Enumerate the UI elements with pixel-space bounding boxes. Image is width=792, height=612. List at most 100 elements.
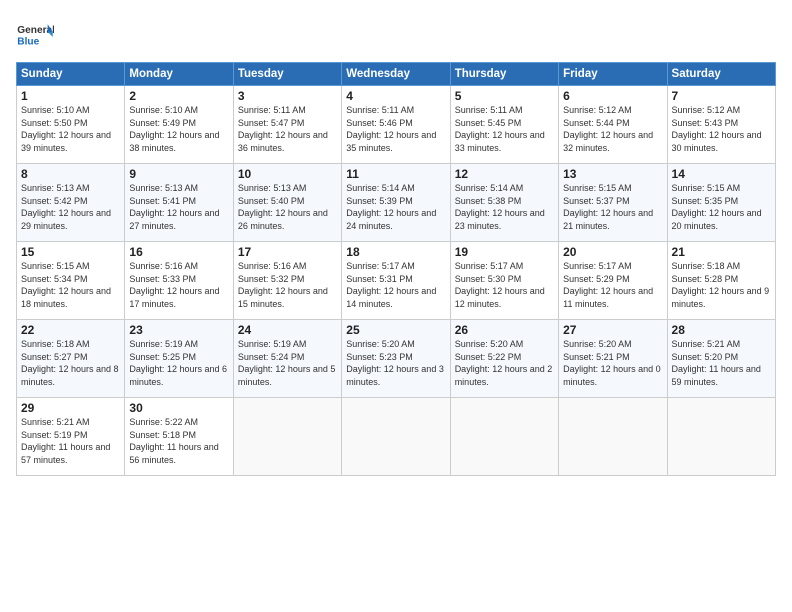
- calendar-cell: 4Sunrise: 5:11 AMSunset: 5:46 PMDaylight…: [342, 86, 450, 164]
- day-info: Sunrise: 5:17 AMSunset: 5:29 PMDaylight:…: [563, 260, 662, 310]
- calendar-cell: 11Sunrise: 5:14 AMSunset: 5:39 PMDayligh…: [342, 164, 450, 242]
- weekday-header: Saturday: [667, 63, 775, 86]
- day-info: Sunrise: 5:15 AMSunset: 5:37 PMDaylight:…: [563, 182, 662, 232]
- calendar-cell: 15Sunrise: 5:15 AMSunset: 5:34 PMDayligh…: [17, 242, 125, 320]
- day-info: Sunrise: 5:15 AMSunset: 5:34 PMDaylight:…: [21, 260, 120, 310]
- calendar-cell: 29Sunrise: 5:21 AMSunset: 5:19 PMDayligh…: [17, 398, 125, 476]
- svg-text:Blue: Blue: [17, 37, 39, 48]
- day-number: 19: [455, 245, 554, 259]
- day-number: 12: [455, 167, 554, 181]
- day-info: Sunrise: 5:20 AMSunset: 5:22 PMDaylight:…: [455, 338, 554, 388]
- calendar-cell: 26Sunrise: 5:20 AMSunset: 5:22 PMDayligh…: [450, 320, 558, 398]
- day-number: 15: [21, 245, 120, 259]
- day-number: 4: [346, 89, 445, 103]
- day-number: 11: [346, 167, 445, 181]
- day-number: 25: [346, 323, 445, 337]
- calendar-week-row: 29Sunrise: 5:21 AMSunset: 5:19 PMDayligh…: [17, 398, 776, 476]
- day-number: 14: [672, 167, 771, 181]
- day-info: Sunrise: 5:11 AMSunset: 5:45 PMDaylight:…: [455, 104, 554, 154]
- day-info: Sunrise: 5:12 AMSunset: 5:44 PMDaylight:…: [563, 104, 662, 154]
- calendar-cell: 18Sunrise: 5:17 AMSunset: 5:31 PMDayligh…: [342, 242, 450, 320]
- day-number: 22: [21, 323, 120, 337]
- calendar-cell: 8Sunrise: 5:13 AMSunset: 5:42 PMDaylight…: [17, 164, 125, 242]
- calendar-week-row: 8Sunrise: 5:13 AMSunset: 5:42 PMDaylight…: [17, 164, 776, 242]
- calendar-cell: 10Sunrise: 5:13 AMSunset: 5:40 PMDayligh…: [233, 164, 341, 242]
- calendar-cell: 6Sunrise: 5:12 AMSunset: 5:44 PMDaylight…: [559, 86, 667, 164]
- day-number: 3: [238, 89, 337, 103]
- calendar-cell: 21Sunrise: 5:18 AMSunset: 5:28 PMDayligh…: [667, 242, 775, 320]
- day-number: 10: [238, 167, 337, 181]
- calendar-week-row: 22Sunrise: 5:18 AMSunset: 5:27 PMDayligh…: [17, 320, 776, 398]
- day-info: Sunrise: 5:21 AMSunset: 5:19 PMDaylight:…: [21, 416, 120, 466]
- day-info: Sunrise: 5:18 AMSunset: 5:28 PMDaylight:…: [672, 260, 771, 310]
- day-info: Sunrise: 5:10 AMSunset: 5:50 PMDaylight:…: [21, 104, 120, 154]
- day-info: Sunrise: 5:14 AMSunset: 5:38 PMDaylight:…: [455, 182, 554, 232]
- calendar-cell: 25Sunrise: 5:20 AMSunset: 5:23 PMDayligh…: [342, 320, 450, 398]
- calendar-cell: [559, 398, 667, 476]
- day-number: 1: [21, 89, 120, 103]
- calendar-cell: 30Sunrise: 5:22 AMSunset: 5:18 PMDayligh…: [125, 398, 233, 476]
- day-number: 16: [129, 245, 228, 259]
- day-info: Sunrise: 5:19 AMSunset: 5:24 PMDaylight:…: [238, 338, 337, 388]
- day-number: 6: [563, 89, 662, 103]
- calendar-cell: [342, 398, 450, 476]
- day-info: Sunrise: 5:20 AMSunset: 5:23 PMDaylight:…: [346, 338, 445, 388]
- day-info: Sunrise: 5:11 AMSunset: 5:47 PMDaylight:…: [238, 104, 337, 154]
- weekday-header: Wednesday: [342, 63, 450, 86]
- calendar-week-row: 15Sunrise: 5:15 AMSunset: 5:34 PMDayligh…: [17, 242, 776, 320]
- calendar-cell: 1Sunrise: 5:10 AMSunset: 5:50 PMDaylight…: [17, 86, 125, 164]
- calendar-week-row: 1Sunrise: 5:10 AMSunset: 5:50 PMDaylight…: [17, 86, 776, 164]
- day-number: 2: [129, 89, 228, 103]
- day-number: 29: [21, 401, 120, 415]
- day-info: Sunrise: 5:17 AMSunset: 5:31 PMDaylight:…: [346, 260, 445, 310]
- day-number: 21: [672, 245, 771, 259]
- weekday-header: Monday: [125, 63, 233, 86]
- day-number: 30: [129, 401, 228, 415]
- day-number: 13: [563, 167, 662, 181]
- day-info: Sunrise: 5:22 AMSunset: 5:18 PMDaylight:…: [129, 416, 228, 466]
- day-info: Sunrise: 5:18 AMSunset: 5:27 PMDaylight:…: [21, 338, 120, 388]
- day-number: 9: [129, 167, 228, 181]
- day-number: 23: [129, 323, 228, 337]
- calendar-cell: 17Sunrise: 5:16 AMSunset: 5:32 PMDayligh…: [233, 242, 341, 320]
- day-info: Sunrise: 5:14 AMSunset: 5:39 PMDaylight:…: [346, 182, 445, 232]
- calendar-table: SundayMondayTuesdayWednesdayThursdayFrid…: [16, 62, 776, 476]
- day-info: Sunrise: 5:17 AMSunset: 5:30 PMDaylight:…: [455, 260, 554, 310]
- day-number: 7: [672, 89, 771, 103]
- day-info: Sunrise: 5:12 AMSunset: 5:43 PMDaylight:…: [672, 104, 771, 154]
- logo: General Blue: [16, 16, 54, 54]
- weekday-header: Thursday: [450, 63, 558, 86]
- day-info: Sunrise: 5:13 AMSunset: 5:40 PMDaylight:…: [238, 182, 337, 232]
- calendar-cell: [233, 398, 341, 476]
- weekday-header: Friday: [559, 63, 667, 86]
- calendar-page: General Blue SundayMondayTuesdayWednesda…: [0, 0, 792, 612]
- calendar-cell: 28Sunrise: 5:21 AMSunset: 5:20 PMDayligh…: [667, 320, 775, 398]
- day-info: Sunrise: 5:13 AMSunset: 5:41 PMDaylight:…: [129, 182, 228, 232]
- calendar-cell: 16Sunrise: 5:16 AMSunset: 5:33 PMDayligh…: [125, 242, 233, 320]
- day-number: 18: [346, 245, 445, 259]
- day-number: 24: [238, 323, 337, 337]
- calendar-cell: 13Sunrise: 5:15 AMSunset: 5:37 PMDayligh…: [559, 164, 667, 242]
- calendar-cell: 9Sunrise: 5:13 AMSunset: 5:41 PMDaylight…: [125, 164, 233, 242]
- calendar-body: 1Sunrise: 5:10 AMSunset: 5:50 PMDaylight…: [17, 86, 776, 476]
- logo-icon: General Blue: [16, 16, 54, 54]
- day-info: Sunrise: 5:19 AMSunset: 5:25 PMDaylight:…: [129, 338, 228, 388]
- calendar-cell: 27Sunrise: 5:20 AMSunset: 5:21 PMDayligh…: [559, 320, 667, 398]
- day-info: Sunrise: 5:16 AMSunset: 5:33 PMDaylight:…: [129, 260, 228, 310]
- day-info: Sunrise: 5:15 AMSunset: 5:35 PMDaylight:…: [672, 182, 771, 232]
- calendar-header-row: SundayMondayTuesdayWednesdayThursdayFrid…: [17, 63, 776, 86]
- day-number: 27: [563, 323, 662, 337]
- calendar-cell: [667, 398, 775, 476]
- day-number: 5: [455, 89, 554, 103]
- calendar-cell: 5Sunrise: 5:11 AMSunset: 5:45 PMDaylight…: [450, 86, 558, 164]
- calendar-cell: [450, 398, 558, 476]
- calendar-cell: 3Sunrise: 5:11 AMSunset: 5:47 PMDaylight…: [233, 86, 341, 164]
- day-number: 17: [238, 245, 337, 259]
- weekday-header: Sunday: [17, 63, 125, 86]
- calendar-cell: 23Sunrise: 5:19 AMSunset: 5:25 PMDayligh…: [125, 320, 233, 398]
- day-number: 28: [672, 323, 771, 337]
- calendar-cell: 12Sunrise: 5:14 AMSunset: 5:38 PMDayligh…: [450, 164, 558, 242]
- calendar-cell: 22Sunrise: 5:18 AMSunset: 5:27 PMDayligh…: [17, 320, 125, 398]
- calendar-cell: 2Sunrise: 5:10 AMSunset: 5:49 PMDaylight…: [125, 86, 233, 164]
- day-info: Sunrise: 5:16 AMSunset: 5:32 PMDaylight:…: [238, 260, 337, 310]
